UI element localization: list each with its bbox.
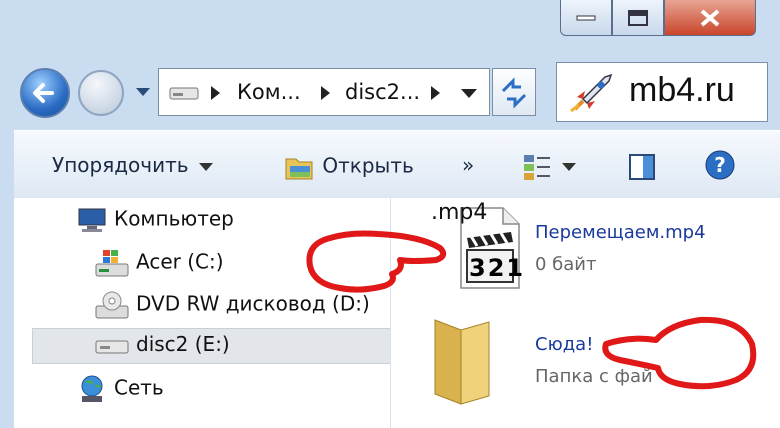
open-folder-icon <box>285 158 313 180</box>
logo-text: mb4.ru <box>629 71 735 109</box>
refresh-button[interactable] <box>492 68 536 116</box>
command-bar: Упорядочить Открыть » ? <box>14 130 780 199</box>
open-button[interactable]: Открыть <box>284 153 414 181</box>
pointing-hand-annotation <box>602 316 757 390</box>
navigation-bar: Ком... disc2... mb4.ru <box>0 62 780 122</box>
back-arrow-icon <box>33 83 54 103</box>
breadcrumb-arrow-icon[interactable] <box>321 86 330 100</box>
nav-item-disc2-e[interactable]: disc2 (E:) <box>94 332 230 359</box>
recent-pages-dropdown-icon[interactable] <box>134 86 152 98</box>
pointing-hand-annotation <box>306 230 447 293</box>
nav-item-label: Acer (C:) <box>136 249 224 274</box>
file-extension-label: .mp4 <box>431 200 488 225</box>
nav-item-label: Компьютер <box>114 206 234 231</box>
help-icon: ? <box>705 150 735 180</box>
breadcrumb-arrow-icon[interactable] <box>431 86 440 100</box>
computer-icon <box>78 208 106 232</box>
folder-name[interactable]: Сюда! <box>535 334 593 355</box>
dvd-drive-icon <box>95 291 129 319</box>
help-button[interactable]: ? <box>704 149 736 186</box>
address-dropdown-icon[interactable] <box>461 89 477 98</box>
rocket-icon <box>570 73 613 113</box>
file-name[interactable]: Перемещаем.mp4 <box>535 222 706 243</box>
network-icon <box>81 375 103 402</box>
more-commands-button[interactable]: » <box>462 153 474 177</box>
breadcrumb-computer[interactable]: Ком... <box>237 80 301 104</box>
drive-icon <box>169 87 199 100</box>
back-button[interactable] <box>20 68 70 118</box>
media-icon-digits: 321 <box>469 254 526 282</box>
open-label: Открыть <box>322 153 414 178</box>
preview-pane-icon <box>629 154 655 180</box>
usb-drive-icon <box>95 340 129 353</box>
change-view-button[interactable] <box>522 153 576 181</box>
nav-item-network[interactable]: Сеть <box>76 374 164 404</box>
forward-button[interactable] <box>78 70 124 116</box>
chevron-down-icon <box>562 163 576 171</box>
close-icon <box>700 8 720 27</box>
close-button[interactable] <box>664 0 756 36</box>
nav-item-acer-c[interactable]: Acer (C:) <box>94 248 224 278</box>
file-size: 0 байт <box>535 254 597 275</box>
nav-item-label: disc2 (E:) <box>136 332 230 356</box>
organize-label: Упорядочить <box>52 153 189 177</box>
brand-logo: mb4.ru <box>556 62 768 122</box>
nav-item-label: Сеть <box>114 375 164 400</box>
refresh-icon <box>501 77 527 109</box>
breadcrumb-arrow-icon[interactable] <box>211 86 220 100</box>
explorer-window: Ком... disc2... mb4.ru Упорядочить Откры… <box>0 0 780 428</box>
file-item-mp4[interactable]: .mp4 321 Перемещаем.mp4 0 байт <box>431 198 771 298</box>
view-icon <box>524 155 550 180</box>
minimize-button[interactable] <box>560 0 612 36</box>
maximize-button[interactable] <box>612 0 664 36</box>
minimize-icon <box>576 15 596 20</box>
maximize-icon <box>628 9 648 26</box>
organize-menu[interactable]: Упорядочить <box>52 153 213 177</box>
chevron-down-icon <box>198 162 213 171</box>
address-bar[interactable]: Ком... disc2... <box>158 68 490 116</box>
nav-item-computer[interactable]: Компьютер <box>76 206 234 234</box>
title-buttons <box>560 0 760 38</box>
breadcrumb-disc2[interactable]: disc2... <box>345 80 420 104</box>
windows-drive-icon <box>95 250 129 277</box>
folder-icon <box>434 319 490 405</box>
svg-text:?: ? <box>714 153 726 177</box>
preview-pane-button[interactable] <box>628 153 656 181</box>
